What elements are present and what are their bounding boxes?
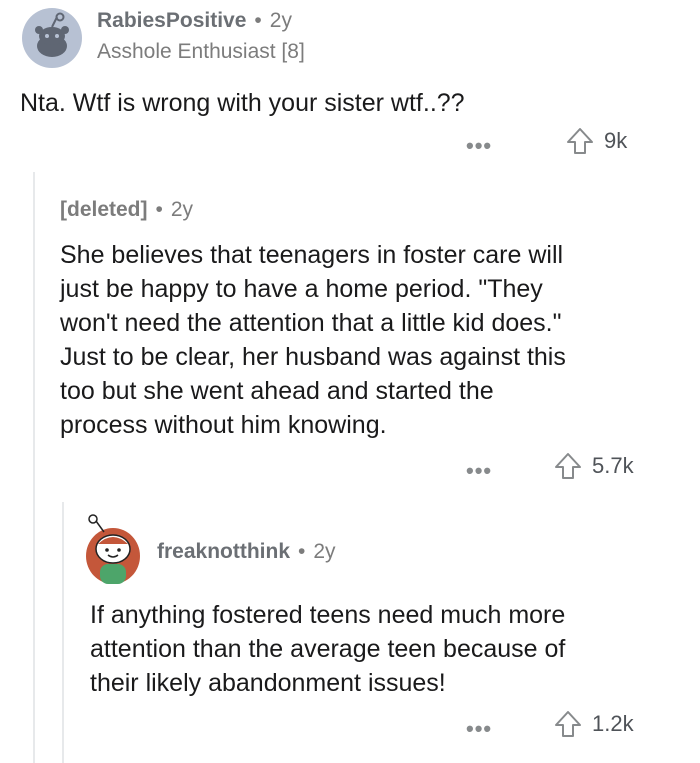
comment-age: 2y — [170, 198, 194, 221]
comment-body: She believes that teenagers in foster ca… — [60, 238, 566, 442]
thread-line-level2 — [62, 502, 64, 763]
more-options-button[interactable]: ••• — [466, 458, 492, 484]
username[interactable]: freaknotthink — [157, 540, 290, 564]
upvote-arrow-icon[interactable] — [566, 126, 594, 156]
username[interactable]: RabiesPositive — [97, 9, 246, 33]
comment-age: 2y — [313, 540, 336, 563]
upvote-control[interactable]: 1.2k — [554, 709, 634, 739]
vote-count: 9k — [604, 128, 628, 153]
avatar[interactable] — [82, 512, 144, 586]
comment-body-line: just be happy to have a home period. "Th… — [60, 275, 543, 303]
comment-header: freaknotthink • 2y — [157, 540, 336, 564]
more-options-button[interactable]: ••• — [466, 133, 492, 159]
user-flair: Asshole Enthusiast [8] — [97, 40, 305, 63]
snoo-avatar-icon — [22, 8, 82, 68]
comment-body-line: attention than the average teen because … — [90, 635, 566, 663]
comment-body-line: their likely abandonment issues! — [90, 669, 446, 697]
comment-body-line: too but she went ahead and started the — [60, 377, 494, 405]
separator-dot: • — [254, 9, 262, 32]
comment-body-line: She believes that teenagers in foster ca… — [60, 241, 564, 269]
avatar[interactable] — [22, 8, 82, 68]
comment-body-line: Just to be clear, her husband was agains… — [60, 343, 566, 371]
upvote-arrow-icon[interactable] — [554, 451, 582, 481]
comment-header: RabiesPositive • 2y — [97, 9, 292, 33]
comment-body-line: process without him knowing. — [60, 411, 387, 439]
separator-dot: • — [155, 198, 163, 221]
comment-age: 2y — [269, 9, 292, 32]
custom-snoo-avatar-icon — [86, 514, 140, 584]
vote-count: 1.2k — [592, 711, 634, 736]
comment-body-line: If anything fostered teens need much mor… — [90, 601, 566, 629]
separator-dot: • — [298, 540, 306, 563]
upvote-control[interactable]: 5.7k — [554, 451, 634, 481]
vote-count: 5.7k — [592, 453, 634, 478]
more-options-button[interactable]: ••• — [466, 716, 492, 742]
username-deleted: [deleted] — [60, 198, 148, 221]
comment-header: [deleted] • 2y — [60, 198, 193, 222]
upvote-arrow-icon[interactable] — [554, 709, 582, 739]
thread-line-level1 — [33, 172, 35, 763]
comment-body: If anything fostered teens need much mor… — [90, 598, 565, 700]
upvote-control[interactable]: 9k — [566, 126, 627, 156]
comment-body: Nta. Wtf is wrong with your sister wtf..… — [20, 89, 465, 117]
comment-body-line: won't need the attention that a little k… — [60, 309, 562, 337]
